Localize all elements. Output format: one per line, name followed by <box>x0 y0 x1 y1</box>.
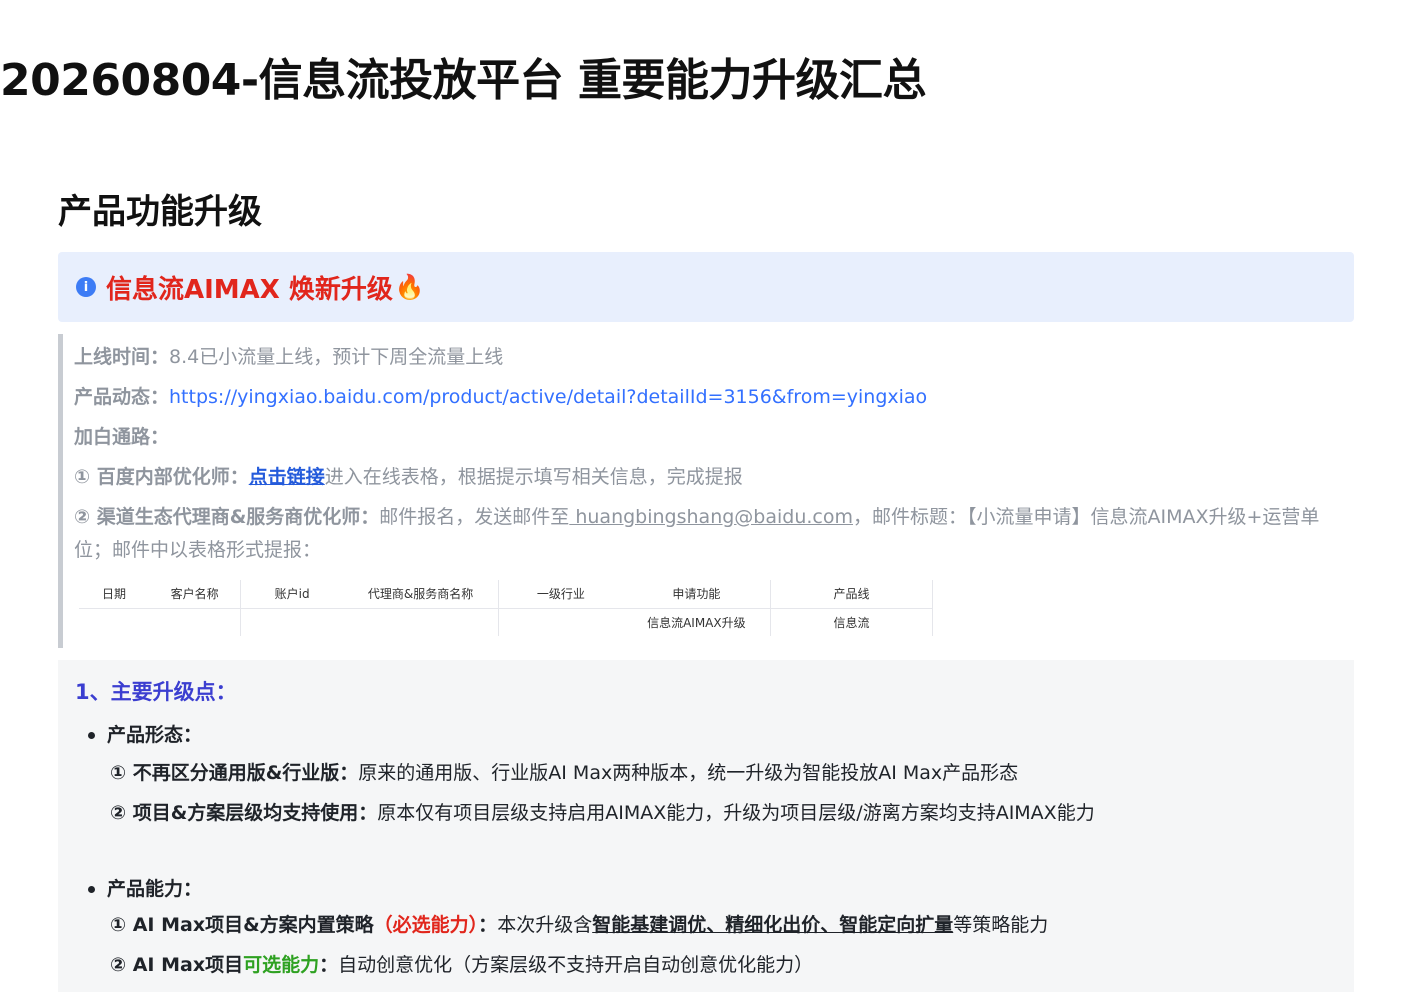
path1-text: 进入在线表格，根据提示填写相关信息，完成提报 <box>324 466 743 488</box>
ability-item1-strategies: 智能基建调优、精细化出价、智能定向扩量 <box>592 914 954 936</box>
section-title: 产品功能升级 <box>58 192 262 232</box>
form-item1-text: 原来的通用版、行业版AI Max两种版本，统一升级为智能投放AI Max产品形态 <box>358 762 1019 784</box>
table-header-cell: 日期 <box>79 580 149 609</box>
product-dynamic-line: 产品动态：https://yingxiao.baidu.com/product/… <box>74 382 927 409</box>
ability-item1-label: ① AI Max项目&方案内置策略 <box>110 914 374 936</box>
launch-time-line: 上线时间：8.4已小流量上线，预计下周全流量上线 <box>74 342 503 369</box>
list-item: ① 不再区分通用版&行业版：原来的通用版、行业版AI Max两种版本，统一升级为… <box>110 758 1018 785</box>
table-header-cell: 代理商&服务商名称 <box>342 580 500 609</box>
table-cell <box>148 608 242 636</box>
ability-title: 产品能力： <box>107 878 203 900</box>
launch-time-value: 8.4已小流量上线，预计下周全流量上线 <box>169 346 504 368</box>
path2-text: 邮件报名，发送邮件至 <box>379 506 570 528</box>
path2-line: ② 渠道生态代理商&服务商优化师：邮件报名，发送邮件至 huangbingsha… <box>74 502 1319 529</box>
table-cell: 信息流AIMAX升级 <box>622 608 772 636</box>
list-item: 产品形态： <box>88 720 202 747</box>
highlight-callout: i 信息流AIMAX 焕新升级 🔥 <box>58 252 1354 322</box>
table-header-cell: 客户名称 <box>148 580 242 609</box>
product-dynamic-label: 产品动态： <box>74 386 170 408</box>
path2-text-wrap: 位；邮件中以表格形式提报： <box>74 539 322 561</box>
fire-icon: 🔥 <box>394 273 425 301</box>
table-header-cell: 一级行业 <box>498 580 623 609</box>
click-link[interactable]: 点击链接 <box>249 466 325 488</box>
upgrade-points-heading: 1、主要升级点： <box>75 680 237 704</box>
table-row: 信息流AIMAX升级 信息流 <box>79 608 933 636</box>
list-item: 产品能力： <box>88 874 202 901</box>
whitelist-line: 加白通路： <box>74 422 169 449</box>
list-item: ① AI Max项目&方案内置策略（必选能力）：本次升级含智能基建调优、精细化出… <box>110 910 1048 937</box>
optional-ability-tag: 可选能力 <box>243 954 320 976</box>
ability-item1-tail: 等策略能力 <box>953 914 1049 936</box>
table-header-cell: 账户id <box>240 580 343 609</box>
list-item: ② AI Max项目可选能力：自动创意优化（方案层级不支持开启自动创意优化能力） <box>110 950 813 977</box>
bullet-icon <box>88 886 95 893</box>
form-item2-text: 原本仅有项目层级支持启用AIMAX能力，升级为项目层级/游离方案均支持AIMAX… <box>377 802 1095 824</box>
info-icon: i <box>76 277 96 297</box>
path1-line: ① 百度内部优化师：点击链接进入在线表格，根据提示填写相关信息，完成提报 <box>74 462 743 489</box>
application-table: 日期 客户名称 账户id 代理商&服务商名称 一级行业 申请功能 产品线 信息流… <box>79 580 933 636</box>
quote-block: 上线时间：8.4已小流量上线，预计下周全流量上线 产品动态：https://yi… <box>58 334 1354 648</box>
table-header-cell: 申请功能 <box>622 580 772 609</box>
path2-line-wrap: 位；邮件中以表格形式提报： <box>74 535 321 562</box>
path2-label: ② 渠道生态代理商&服务商优化师： <box>74 506 380 528</box>
required-ability-tag: （必选能力） <box>373 914 479 936</box>
callout-title: 信息流AIMAX 焕新升级 <box>106 274 393 305</box>
ability-item1-colon: ： <box>478 914 498 936</box>
table-cell <box>342 608 500 636</box>
whitelist-label: 加白通路： <box>74 426 170 448</box>
form-item1-label: ① 不再区分通用版&行业版： <box>110 762 359 784</box>
table-header-cell: 产品线 <box>770 580 933 609</box>
list-item: ② 项目&方案层级均支持使用：原本仅有项目层级支持启用AIMAX能力，升级为项目… <box>110 798 1095 825</box>
form-title: 产品形态： <box>107 724 203 746</box>
ability-item1-text: 本次升级含 <box>497 914 593 936</box>
table-cell <box>241 608 343 636</box>
bullet-icon <box>88 732 95 739</box>
table-cell <box>79 608 149 636</box>
ability-item2-colon: ： <box>319 954 339 976</box>
table-cell: 信息流 <box>770 608 933 636</box>
path2-text-tail: ，邮件标题：【小流量申请】信息流AIMAX升级+运营单 <box>853 506 1320 528</box>
launch-time-label: 上线时间： <box>74 346 170 368</box>
document-page: 20260804-信息流投放平台 重要能力升级汇总 产品功能升级 i 信息流AI… <box>0 0 1403 992</box>
product-dynamic-link[interactable]: https://yingxiao.baidu.com/product/activ… <box>169 386 927 408</box>
upgrade-points-panel: 1、主要升级点： 产品形态： ① 不再区分通用版&行业版：原来的通用版、行业版A… <box>58 660 1354 992</box>
table-cell <box>499 608 623 636</box>
table-header-row: 日期 客户名称 账户id 代理商&服务商名称 一级行业 申请功能 产品线 <box>79 580 933 609</box>
path1-label: ① 百度内部优化师： <box>74 466 249 488</box>
form-item2-label: ② 项目&方案层级均支持使用： <box>110 802 378 824</box>
ability-item2-label: ② AI Max项目 <box>110 954 244 976</box>
document-title: 20260804-信息流投放平台 重要能力升级汇总 <box>0 55 927 106</box>
ability-item2-text: 自动创意优化（方案层级不支持开启自动创意优化能力） <box>338 954 814 976</box>
email-link[interactable]: huangbingshang@baidu.com <box>569 506 853 528</box>
